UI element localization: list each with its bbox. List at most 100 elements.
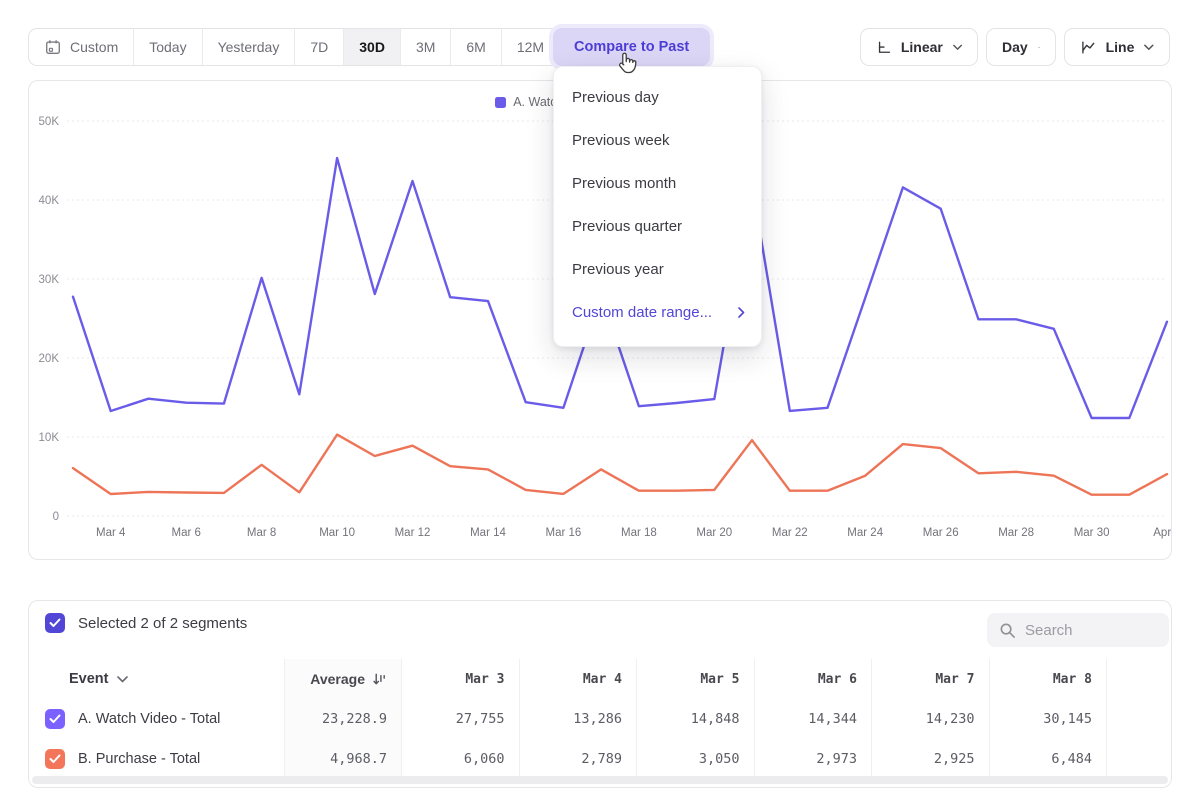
value-cell: 3,050 (636, 739, 754, 779)
svg-text:Mar 22: Mar 22 (772, 527, 808, 539)
svg-text:Mar 24: Mar 24 (847, 527, 883, 539)
selected-segments-label: Selected 2 of 2 segments (78, 615, 247, 632)
svg-text:Mar 18: Mar 18 (621, 527, 657, 539)
calendar-icon (44, 38, 62, 56)
svg-text:Mar 16: Mar 16 (546, 527, 582, 539)
scale-dropdown-button[interactable]: Linear (860, 28, 978, 66)
chart-type-label: Line (1106, 39, 1135, 55)
menu-item-custom-date-range[interactable]: Custom date range... (554, 291, 761, 334)
range-12m-button[interactable]: 12M (502, 29, 559, 65)
chart-type-dropdown-button[interactable]: Line (1064, 28, 1170, 66)
pointer-cursor-icon (613, 50, 639, 78)
value-cell: 6,484 (989, 739, 1107, 779)
range-6m-button[interactable]: 6M (451, 29, 501, 65)
date-column-header[interactable]: Mar 8 (989, 659, 1107, 699)
value-cell: 6,060 (401, 739, 519, 779)
svg-text:Mar 20: Mar 20 (696, 527, 732, 539)
interval-dropdown-button[interactable]: Day (986, 28, 1056, 66)
chevron-down-icon (1038, 44, 1040, 51)
table-header-row: Event Average Mar 3 Mar 4 Mar 5 Mar 6 Ma… (29, 659, 1172, 699)
value-cell-truncated: 15, (1106, 699, 1172, 739)
svg-text:Apr 1: Apr 1 (1153, 527, 1171, 539)
date-column-header[interactable]: Mar 6 (754, 659, 872, 699)
average-value: 23,228.9 (284, 699, 401, 739)
value-cell: 14,344 (754, 699, 872, 739)
svg-text:50K: 50K (39, 116, 60, 128)
row-checkbox[interactable] (45, 709, 65, 729)
event-name: A. Watch Video - Total (78, 711, 220, 727)
chevron-down-icon (953, 44, 962, 51)
average-value: 4,968.7 (284, 739, 401, 779)
svg-text:Mar 26: Mar 26 (923, 527, 959, 539)
chevron-right-icon (738, 307, 745, 318)
svg-text:Mar 30: Mar 30 (1074, 527, 1110, 539)
date-column-header-truncated[interactable]: M (1106, 659, 1172, 699)
svg-text:Mar 12: Mar 12 (395, 527, 431, 539)
chevron-down-icon (1144, 44, 1154, 51)
svg-text:20K: 20K (39, 353, 60, 365)
interval-label: Day (1002, 39, 1028, 55)
compare-to-past-menu: Previous day Previous week Previous mont… (553, 66, 762, 347)
svg-text:Mar 8: Mar 8 (247, 527, 276, 539)
checkmark-icon (49, 618, 61, 628)
event-cell: B. Purchase - Total (29, 739, 284, 779)
chevron-down-icon (117, 676, 128, 683)
axis-scale-icon (876, 38, 892, 57)
segments-table: Event Average Mar 3 Mar 4 Mar 5 Mar 6 Ma… (29, 659, 1172, 779)
range-custom-button[interactable]: Custom (29, 29, 134, 65)
event-name: B. Purchase - Total (78, 751, 200, 767)
range-3m-button[interactable]: 3M (401, 29, 451, 65)
svg-text:Mar 4: Mar 4 (96, 527, 126, 539)
menu-item-previous-quarter[interactable]: Previous quarter (554, 205, 761, 248)
menu-item-previous-month[interactable]: Previous month (554, 162, 761, 205)
value-cell: 2,789 (519, 739, 637, 779)
value-cell: 13,286 (519, 699, 637, 739)
segments-table-card: Selected 2 of 2 segments Event Average M… (28, 600, 1172, 788)
value-cell: 27,755 (401, 699, 519, 739)
checkmark-icon (49, 754, 61, 764)
svg-text:Mar 14: Mar 14 (470, 527, 506, 539)
checkmark-icon (49, 714, 61, 724)
menu-item-previous-day[interactable]: Previous day (554, 76, 761, 119)
svg-text:Mar 6: Mar 6 (171, 527, 200, 539)
search-icon (999, 622, 1016, 639)
date-column-header[interactable]: Mar 3 (401, 659, 519, 699)
horizontal-scrollbar[interactable] (32, 776, 1168, 784)
sort-descending-icon (372, 672, 387, 687)
range-30d-button[interactable]: 30D (344, 29, 401, 65)
svg-text:0: 0 (53, 511, 59, 523)
value-cell: 2,925 (871, 739, 989, 779)
value-cell-truncated: 3, (1106, 739, 1172, 779)
range-label: Custom (70, 39, 118, 55)
search-input[interactable] (1025, 622, 1145, 639)
event-column-header[interactable]: Event (29, 659, 284, 699)
select-all-checkbox[interactable] (45, 613, 65, 633)
svg-text:40K: 40K (39, 195, 60, 207)
value-cell: 14,230 (871, 699, 989, 739)
date-column-header[interactable]: Mar 4 (519, 659, 637, 699)
range-today-button[interactable]: Today (134, 29, 202, 65)
scale-label: Linear (901, 39, 943, 55)
menu-item-previous-week[interactable]: Previous week (554, 119, 761, 162)
svg-text:30K: 30K (39, 274, 60, 286)
svg-text:Mar 28: Mar 28 (998, 527, 1034, 539)
date-range-segmented-control: Custom Today Yesterday 7D 30D 3M 6M 12M (28, 28, 560, 66)
value-cell: 2,973 (754, 739, 872, 779)
table-row: B. Purchase - Total 4,968.7 6,060 2,789 … (29, 739, 1172, 779)
value-cell: 14,848 (636, 699, 754, 739)
svg-text:Mar 10: Mar 10 (319, 527, 355, 539)
average-column-header[interactable]: Average (284, 659, 401, 699)
event-cell: A. Watch Video - Total (29, 699, 284, 739)
value-cell: 30,145 (989, 699, 1107, 739)
row-checkbox[interactable] (45, 749, 65, 769)
svg-text:10K: 10K (39, 432, 60, 444)
line-chart-icon (1080, 38, 1097, 57)
date-column-header[interactable]: Mar 7 (871, 659, 989, 699)
range-7d-button[interactable]: 7D (295, 29, 344, 65)
range-yesterday-button[interactable]: Yesterday (203, 29, 296, 65)
table-row: A. Watch Video - Total 23,228.9 27,755 1… (29, 699, 1172, 739)
date-column-header[interactable]: Mar 5 (636, 659, 754, 699)
search-box[interactable] (987, 613, 1169, 647)
series-a-swatch (495, 97, 506, 108)
menu-item-previous-year[interactable]: Previous year (554, 248, 761, 291)
